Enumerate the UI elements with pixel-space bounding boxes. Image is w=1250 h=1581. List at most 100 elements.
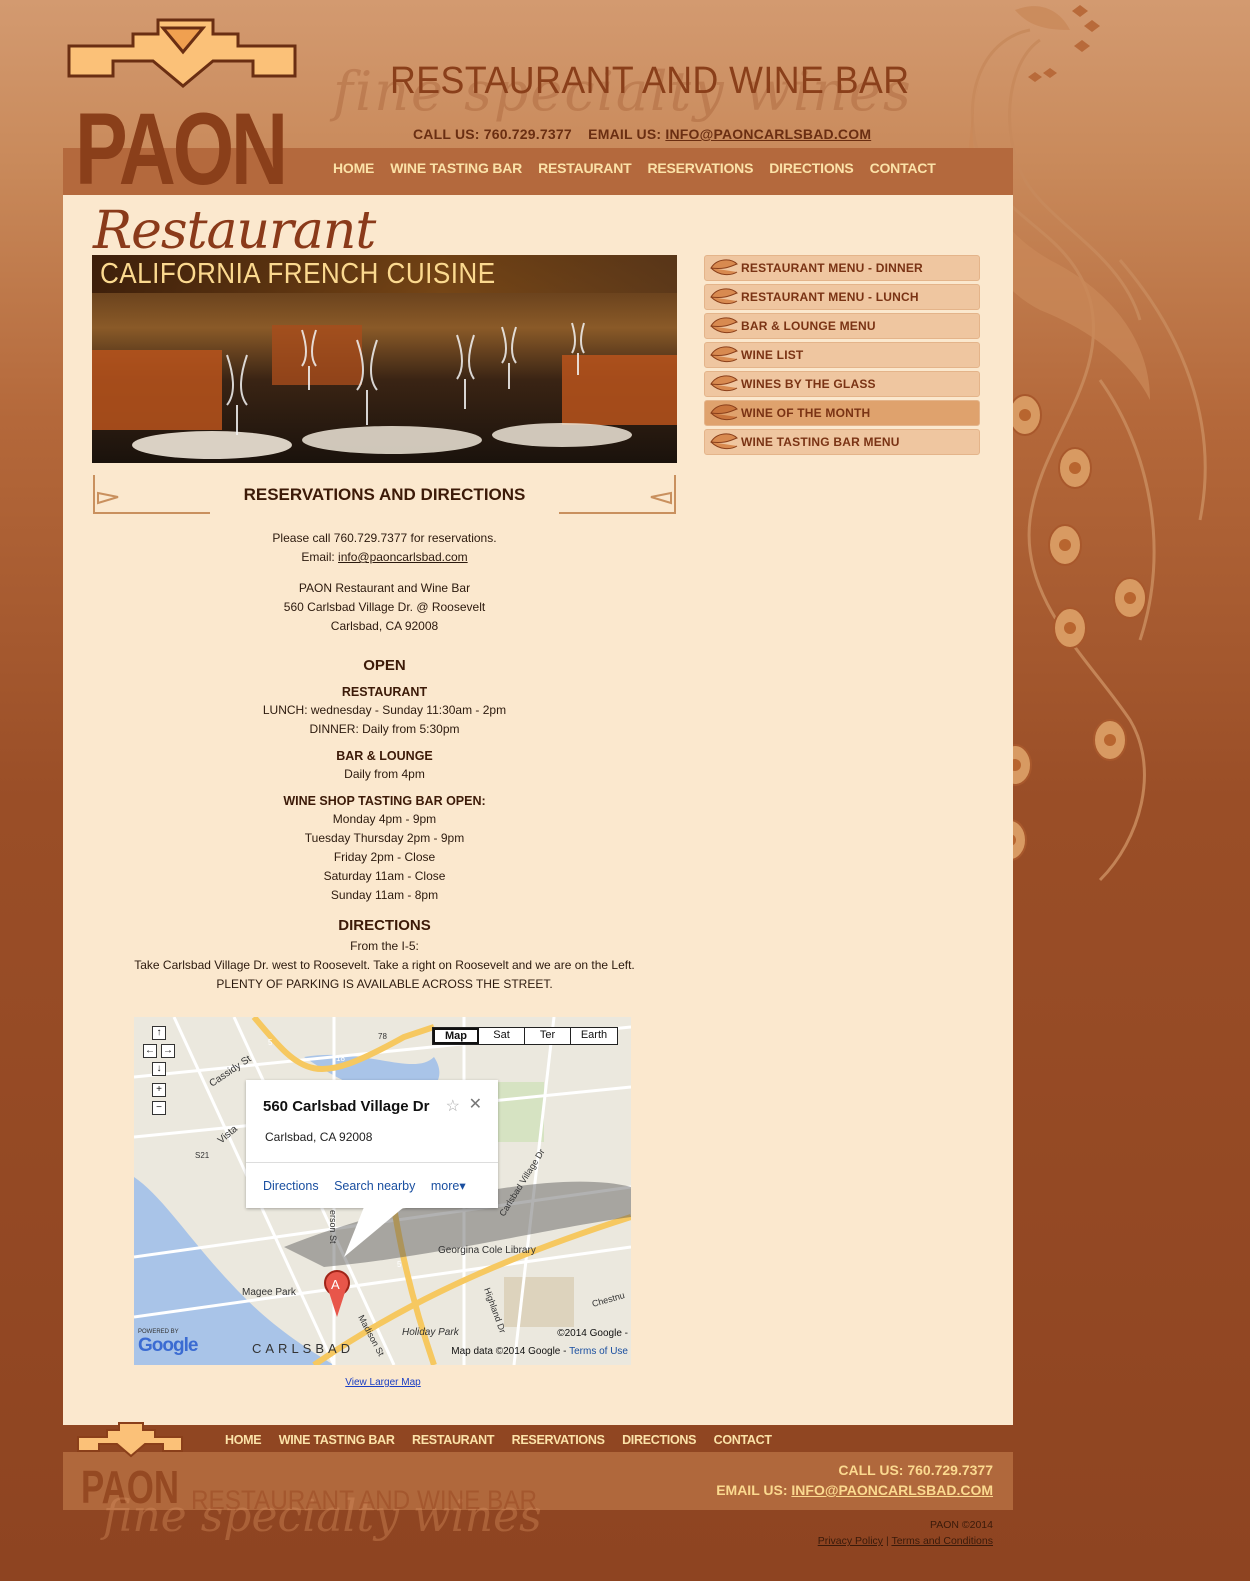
map-info-window: 560 Carlsbad Village Dr ☆ ✕ Carlsbad, CA… [246, 1080, 498, 1208]
map-label-r78: 78 [378, 1032, 387, 1041]
footer-phone: CALL US: 760.729.7377 [838, 1462, 993, 1478]
pan-right-icon[interactable]: → [161, 1044, 175, 1058]
sidebar-item-label: WINE TASTING BAR MENU [741, 435, 900, 449]
google-wordmark: Google [138, 1335, 198, 1356]
footer-nav-directions[interactable]: DIRECTIONS [622, 1433, 696, 1447]
header-phone: CALL US: 760.729.7377 [413, 126, 572, 142]
info-title: 560 Carlsbad Village Dr [263, 1098, 430, 1115]
restaurant-heading: RESTAURANT [341, 685, 428, 699]
address-line: PAON Restaurant and Wine Bar [298, 581, 471, 595]
sidebar-item-dinner-menu[interactable]: RESTAURANT MENU - DINNER [704, 255, 980, 281]
map-type-sat[interactable]: Sat [479, 1028, 525, 1044]
site-header: PAON fine specialty wines RESTAURANT AND… [63, 0, 1013, 195]
pan-down-icon[interactable]: ↓ [152, 1062, 166, 1076]
feather-icon [710, 288, 738, 305]
site-footer: PAON fine specialty wines RESTAURANT AND… [63, 1422, 1013, 1581]
footer-nav-home[interactable]: HOME [225, 1433, 262, 1447]
feather-icon [710, 433, 738, 450]
map-label-roosevelt: erson St [328, 1210, 338, 1244]
footer-nav-wine-tasting-bar[interactable]: WINE TASTING BAR [279, 1433, 395, 1447]
wineshop-heading: WINE SHOP TASTING BAR OPEN: [283, 794, 486, 808]
divider [246, 1162, 498, 1163]
privacy-policy-link[interactable]: Privacy Policy [818, 1535, 883, 1547]
sidebar-item-wine-of-month[interactable]: WINE OF THE MONTH [704, 400, 980, 426]
legal-separator: | [885, 1535, 889, 1547]
pan-left-icon[interactable]: ← [143, 1044, 157, 1058]
map-label-library: Georgina Cole Library [438, 1245, 536, 1256]
feather-icon [710, 404, 738, 421]
zoom-out-icon[interactable]: − [152, 1101, 166, 1115]
map-data: Map data ©2014 Google - [451, 1346, 567, 1357]
map-copyright: ©2014 Google - [557, 1328, 628, 1339]
view-larger-map: View Larger Map [63, 1377, 703, 1388]
map-label-magee: Magee Park [242, 1287, 297, 1298]
footer-nav-contact[interactable]: CONTACT [714, 1433, 772, 1447]
feather-icon [710, 375, 738, 392]
google-map[interactable]: A Cassidy St Vista Magee Park Georgina C… [134, 1017, 631, 1365]
sidebar-item-bar-lounge-menu[interactable]: BAR & LOUNGE MENU [704, 313, 980, 339]
footer-email-link[interactable]: INFO@PAONCARLSBAD.COM [791, 1482, 993, 1498]
sidebar-item-label: RESTAURANT MENU - LUNCH [741, 290, 919, 304]
footer-title: RESTAURANT AND WINE BAR [191, 1485, 538, 1515]
sidebar-item-label: WINE OF THE MONTH [741, 406, 871, 420]
zoom-in-icon[interactable]: + [152, 1083, 166, 1097]
feather-icon [710, 346, 738, 363]
sidebar-item-tasting-bar-menu[interactable]: WINE TASTING BAR MENU [704, 429, 980, 455]
bar-heading: BAR & LOUNGE [336, 749, 433, 763]
feather-icon [710, 259, 738, 276]
map-type-selector: Map Sat Ter Earth [432, 1027, 618, 1045]
hero-caption: CALIFORNIA FRENCH CUISINE [100, 258, 496, 290]
sidebar-item-wine-list[interactable]: WINE LIST [704, 342, 980, 368]
nav-home[interactable]: HOME [333, 160, 374, 176]
star-icon[interactable]: ☆ [446, 1096, 460, 1116]
footer-email-label: EMAIL US: [716, 1482, 788, 1498]
sidebar-item-wines-by-glass[interactable]: WINES BY THE GLASS [704, 371, 980, 397]
map-type-earth[interactable]: Earth [571, 1028, 617, 1044]
header-contact: CALL US: 760.729.7377 EMAIL US: INFO@PAO… [413, 126, 871, 142]
nav-directions[interactable]: DIRECTIONS [769, 160, 854, 176]
map-type-ter[interactable]: Ter [525, 1028, 571, 1044]
footer-nav: HOME WINE TASTING BAR RESTAURANT RESERVA… [225, 1431, 785, 1449]
email-line: Email: info@paoncarlsbad.com [92, 548, 677, 567]
close-icon[interactable]: ✕ [469, 1094, 482, 1114]
map-attribution: ©2014 Google - Map data ©2014 Google - T… [451, 1325, 628, 1361]
hours-line: Daily from 4pm [344, 767, 425, 781]
paon-logo[interactable]: PAON [63, 6, 303, 191]
hours-line: LUNCH: wednesday - Sunday 11:30am - 2pm [262, 703, 507, 717]
hours-line: Monday 4pm - 9pm [332, 812, 437, 826]
header-email-link[interactable]: INFO@PAONCARLSBAD.COM [665, 126, 871, 142]
hours-line: Tuesday Thursday 2pm - 9pm [304, 831, 465, 845]
sidebar-item-label: WINE LIST [741, 348, 804, 362]
directions-link[interactable]: Directions [263, 1179, 319, 1193]
map-type-map[interactable]: Map [433, 1028, 479, 1044]
email-link[interactable]: info@paoncarlsbad.com [338, 550, 468, 564]
view-larger-map-link[interactable]: View Larger Map [345, 1377, 420, 1388]
nav-wine-tasting-bar[interactable]: WINE TASTING BAR [390, 160, 522, 176]
page-title: Restaurant [93, 201, 376, 261]
nav-contact[interactable]: CONTACT [870, 160, 936, 176]
sidebar-menu: RESTAURANT MENU - DINNER RESTAURANT MENU… [704, 255, 980, 458]
address-line: 560 Carlsbad Village Dr. @ Roosevelt [283, 600, 486, 614]
directions-heading: DIRECTIONS [338, 917, 431, 934]
sidebar-item-lunch-menu[interactable]: RESTAURANT MENU - LUNCH [704, 284, 980, 310]
footer-legal: PAON ©2014 Privacy Policy | Terms and Co… [818, 1517, 993, 1549]
more-link[interactable]: more▾ [431, 1179, 466, 1193]
google-logo[interactable]: POWERED BY Google [138, 1329, 198, 1357]
header-email-label: EMAIL US: [588, 126, 662, 142]
nav-reservations[interactable]: RESERVATIONS [647, 160, 753, 176]
map-terms-link[interactable]: Terms of Use [569, 1346, 628, 1357]
map-label-s21: S21 [195, 1151, 210, 1160]
footer-nav-reservations[interactable]: RESERVATIONS [512, 1433, 605, 1447]
sidebar-item-label: RESTAURANT MENU - DINNER [741, 261, 923, 275]
info-address: Carlsbad, CA 92008 [265, 1130, 373, 1144]
article: RESERVATIONS AND DIRECTIONS Please call … [92, 473, 677, 994]
main-nav: HOME WINE TASTING BAR RESTAURANT RESERVA… [333, 160, 952, 176]
nav-restaurant[interactable]: RESTAURANT [538, 160, 632, 176]
reservation-line: Please call 760.729.7377 for reservation… [272, 531, 497, 545]
pan-up-icon[interactable]: ↑ [152, 1026, 166, 1040]
hours-line: Sunday 11am - 8pm [330, 888, 439, 902]
terms-link[interactable]: Terms and Conditions [891, 1535, 993, 1547]
footer-nav-restaurant[interactable]: RESTAURANT [412, 1433, 494, 1447]
search-nearby-link[interactable]: Search nearby [334, 1179, 415, 1193]
email-prefix: Email: [301, 550, 339, 564]
